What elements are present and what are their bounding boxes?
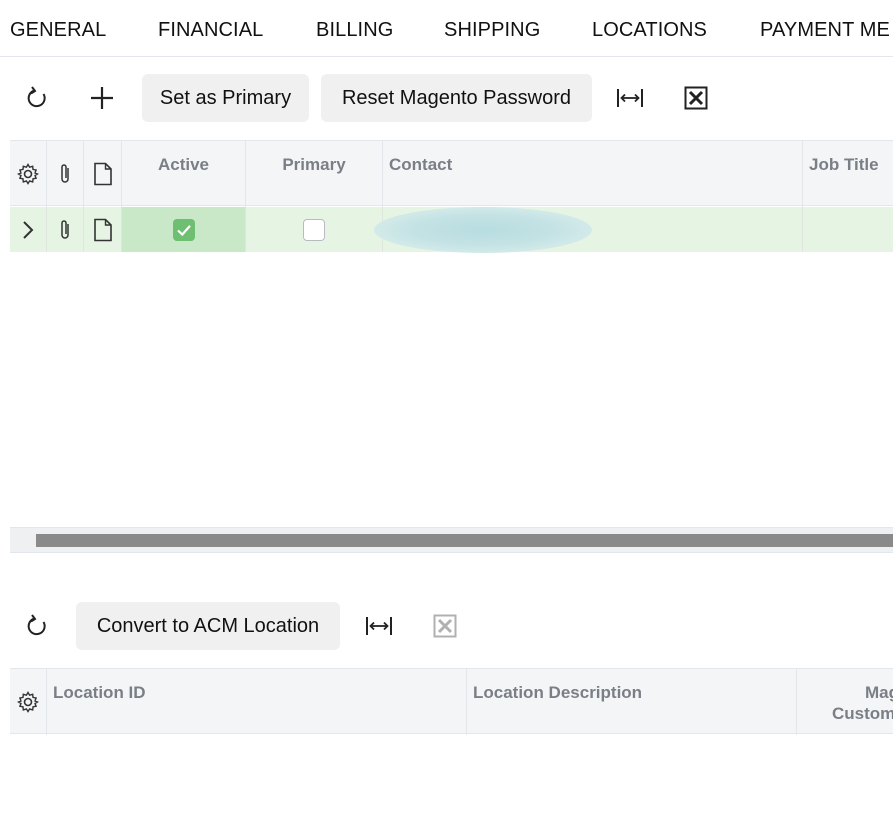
active-checkbox[interactable] — [172, 218, 195, 241]
contacts-grid-header: Active Primary Contact Job Title — [10, 140, 893, 207]
column-header-primary[interactable]: Primary — [246, 141, 383, 207]
refresh-icon[interactable] — [17, 602, 57, 650]
column-header-location-id[interactable]: Location ID — [47, 669, 467, 735]
tab-financial[interactable]: FINANCIAL — [158, 19, 263, 42]
reset-magento-password-button[interactable]: Reset Magento Password — [321, 74, 592, 122]
column-settings-icon[interactable] — [10, 141, 47, 207]
locations-grid: Location ID Location Description Mag Cus… — [10, 668, 893, 736]
primary-checkbox[interactable] — [303, 218, 325, 241]
locations-toolbar: Convert to ACM Location — [10, 602, 893, 650]
expand-row-icon[interactable] — [10, 207, 47, 252]
column-header-active[interactable]: Active — [122, 141, 246, 207]
fit-columns-icon[interactable] — [610, 74, 650, 122]
column-header-location-description[interactable]: Location Description — [467, 669, 797, 735]
excel-export-icon[interactable] — [676, 74, 716, 122]
locations-grid-header: Location ID Location Description Mag Cus… — [10, 668, 893, 735]
tab-billing[interactable]: BILLING — [316, 19, 393, 42]
tab-payment-methods[interactable]: PAYMENT ME — [760, 19, 890, 42]
tab-general[interactable]: GENERAL — [10, 19, 106, 42]
column-settings-icon[interactable] — [10, 669, 47, 735]
primary-cell — [246, 207, 383, 252]
tab-shipping[interactable]: SHIPPING — [444, 19, 540, 42]
note-icon[interactable] — [84, 207, 122, 252]
column-header-magento-customer[interactable]: Mag Custom — [797, 669, 893, 735]
contacts-toolbar: Set as Primary Reset Magento Password — [10, 74, 893, 122]
tab-locations[interactable]: LOCATIONS — [592, 19, 707, 42]
tab-bar: GENERAL FINANCIAL BILLING SHIPPING LOCAT… — [0, 0, 893, 57]
excel-export-icon — [425, 602, 465, 650]
refresh-icon[interactable] — [17, 74, 57, 122]
column-header-contact[interactable]: Contact — [383, 141, 803, 207]
fit-columns-icon[interactable] — [359, 602, 399, 650]
attachment-header-icon — [47, 141, 84, 207]
column-header-job-title[interactable]: Job Title — [803, 141, 893, 207]
attachment-icon[interactable] — [47, 207, 84, 252]
plus-icon[interactable] — [82, 74, 122, 122]
note-header-icon — [84, 141, 122, 207]
redacted-contact-name — [374, 207, 592, 253]
convert-to-acm-location-button[interactable]: Convert to ACM Location — [76, 602, 340, 650]
set-as-primary-button[interactable]: Set as Primary — [142, 74, 309, 122]
job-title-cell[interactable] — [803, 207, 893, 252]
horizontal-scrollbar[interactable] — [10, 527, 893, 553]
active-cell — [122, 207, 246, 252]
scrollbar-thumb[interactable] — [36, 534, 893, 547]
